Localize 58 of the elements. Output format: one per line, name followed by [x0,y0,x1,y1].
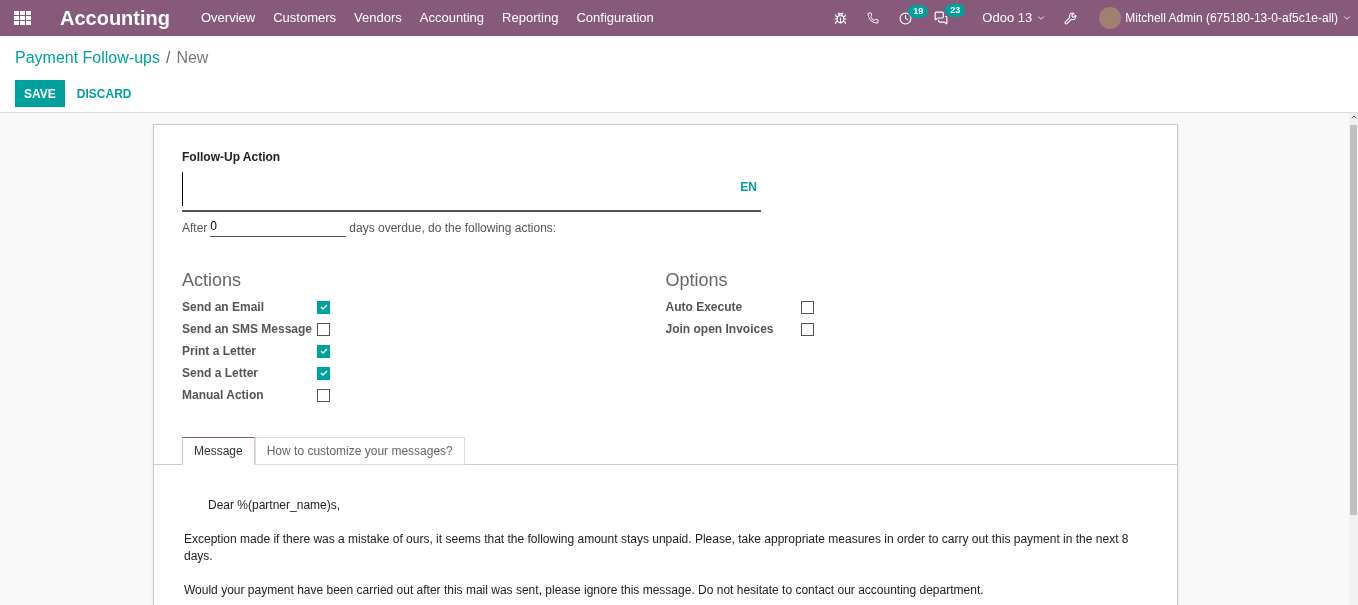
tab[interactable]: How to customize your messages? [254,437,465,465]
title-input-field[interactable]: EN [182,172,761,212]
section-title: Options [665,269,729,292]
message-paragraph: Dear %(partner_name)s, [207,497,342,514]
check-icon [319,369,328,377]
checkbox[interactable] [800,300,814,314]
menu-item[interactable]: Reporting [493,8,568,28]
activity-count-badge: 19 [908,4,929,18]
checkbox-label: Auto Execute [665,299,744,316]
breadcrumb-separator: / [165,48,171,68]
phone-icon[interactable] [867,12,880,24]
scrollbar-thumb[interactable] [1350,125,1357,515]
checkbox-label: Manual Action [182,387,265,404]
clock-icon[interactable] [899,11,913,25]
checkbox[interactable] [317,366,330,380]
user-menu[interactable]: Mitchell Admin (675180-13-0-af5c1e-all) [1125,9,1352,27]
discard-button[interactable]: DISCARD [65,80,143,107]
text-cursor [182,172,183,206]
message-paragraph: Would your payment have been carried out after this mail was sent, please ignore this message. Do not hesitate to contact our accounting department. [184,582,985,599]
database-dropdown[interactable]: Odoo 13 [982,8,1047,28]
check-icon [319,347,328,355]
field-label: days overdue, do the following actions: [349,220,557,237]
caret-icon [1036,13,1047,23]
field-label: Follow-Up Action [182,149,282,166]
checkbox[interactable] [317,344,330,358]
checkbox[interactable] [800,322,814,336]
menu-item[interactable]: Overview [192,8,265,28]
scroll-up-icon[interactable] [1349,113,1358,121]
checkbox[interactable] [317,388,330,402]
tab[interactable]: Message [182,437,255,465]
menu-item[interactable]: Configuration [567,8,663,28]
avatar [1099,7,1122,29]
menu-item[interactable]: Vendors [345,8,411,28]
checkbox[interactable] [317,300,330,314]
checkbox-label: Send a Letter [182,365,260,382]
menu-item[interactable]: Customers [264,8,346,28]
check-icon [319,303,328,311]
chat-icon[interactable] [934,11,949,25]
app-name[interactable]: Accounting [60,3,170,33]
caret-icon [1342,13,1352,23]
wrench-icon[interactable] [1064,11,1078,25]
checkbox-label: Send an SMS Message [182,321,314,338]
section-title: Actions [182,269,243,292]
save-button[interactable]: SAVE [15,80,65,107]
breadcrumb-current: New [176,48,209,68]
field-label: After [182,220,208,237]
checkbox-label: Join open Invoices [665,321,775,338]
checkbox-label: Send an Email [182,299,266,316]
menu-item[interactable]: Accounting [410,8,494,28]
breadcrumb-link[interactable]: Payment Follow-ups [15,46,160,70]
checkbox-label: Print a Letter [182,343,257,360]
apps-grid-icon[interactable] [14,11,31,25]
delay-input-field[interactable]: 0 [210,217,347,237]
bug-icon[interactable] [834,11,848,25]
language-button[interactable]: EN [740,178,757,196]
message-paragraph: Exception made if there was a mistake of ours, it seems that the following amount stays unpaid. Please, take appropriate measures in order to carry out this payment in the next 8 days. [184,531,1130,565]
message-count-badge: 23 [945,4,966,17]
checkbox[interactable] [317,322,330,336]
